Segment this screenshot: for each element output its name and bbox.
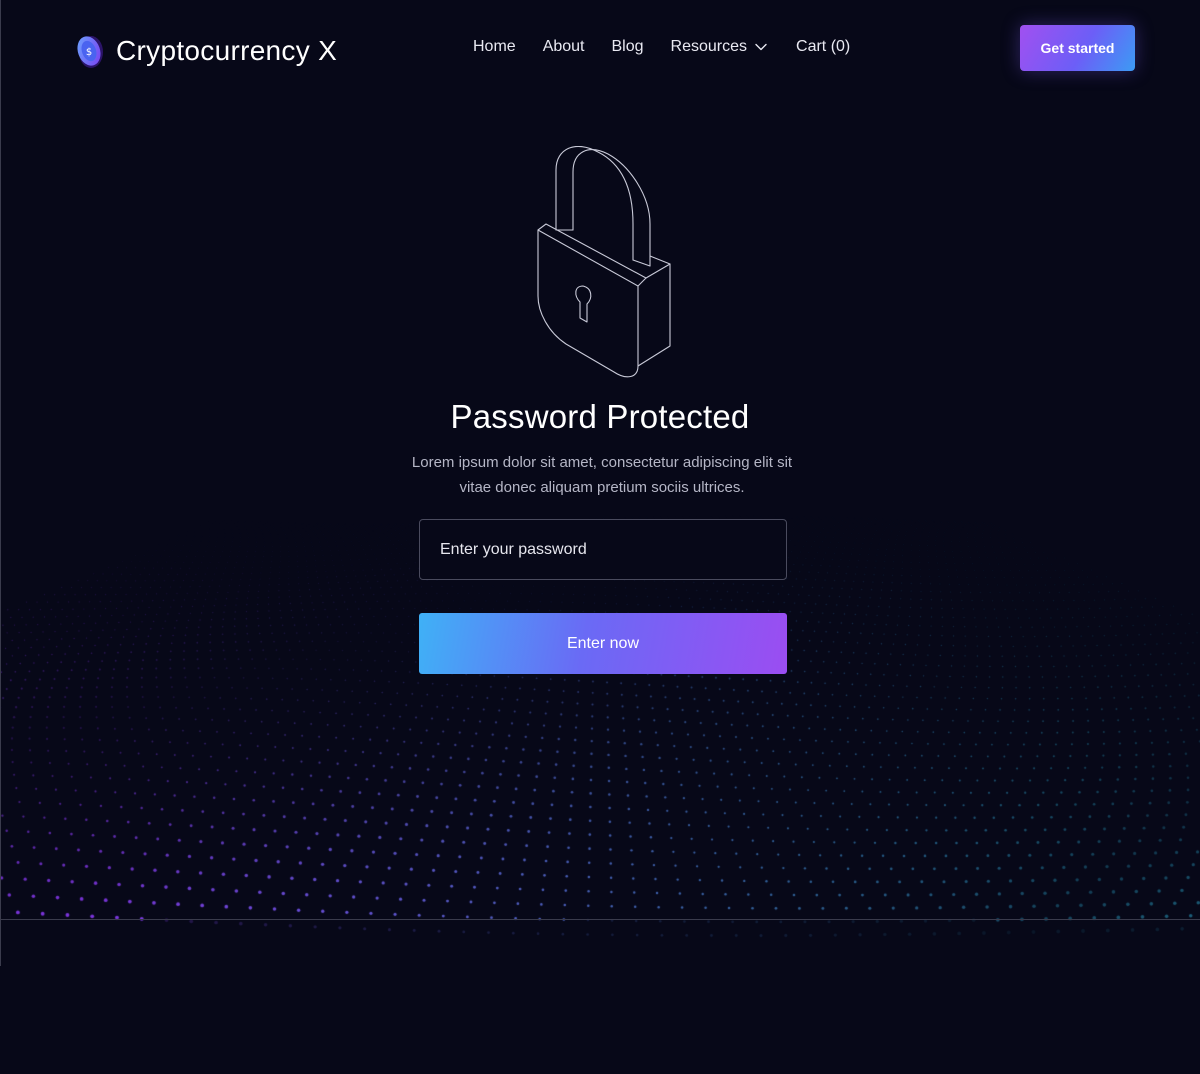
nav-resources-dropdown[interactable]: Resources — [671, 38, 767, 56]
brand-logo-link[interactable]: $ Cryptocurrency X — [74, 31, 337, 71]
page-title: Password Protected — [450, 398, 750, 435]
site-header: $ Cryptocurrency X Home About Blog Resou… — [0, 0, 1200, 96]
main-nav: Home About Blog Resources Cart (0) — [473, 38, 850, 56]
svg-text:$: $ — [86, 47, 92, 58]
nav-blog[interactable]: Blog — [612, 38, 644, 56]
password-input[interactable] — [419, 519, 787, 580]
left-divider — [0, 0, 1, 966]
nav-cart[interactable]: Cart (0) — [796, 38, 850, 56]
bottom-divider — [0, 919, 1200, 920]
coin-dollar-icon: $ — [77, 36, 103, 68]
get-started-button[interactable]: Get started — [1020, 25, 1135, 71]
nav-about[interactable]: About — [543, 38, 585, 56]
nav-resources-label: Resources — [670, 38, 748, 55]
chevron-down-icon — [755, 43, 767, 51]
page: $ Cryptocurrency X Home About Blog Resou… — [0, 0, 1200, 1074]
nav-home[interactable]: Home — [473, 38, 516, 56]
page-description: Lorem ipsum dolor sit amet, consectetur … — [411, 454, 793, 496]
brand-name: Cryptocurrency X — [116, 35, 338, 66]
enter-now-button[interactable]: Enter now — [419, 613, 787, 674]
padlock-icon — [537, 146, 671, 378]
